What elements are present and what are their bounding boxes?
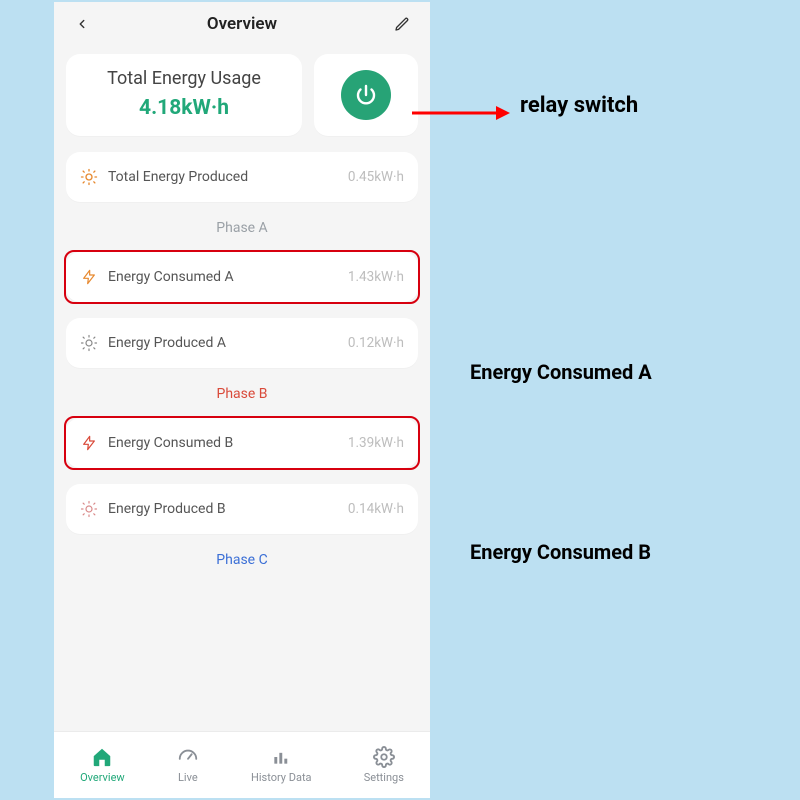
page-title: Overview [207,14,277,34]
phase-b-produced-value: 0.14kW·h [348,501,404,517]
sun-icon [80,334,98,352]
phase-a-header: Phase A [66,220,418,236]
phase-b-header: Phase B [66,386,418,402]
total-produced-label: Total Energy Produced [108,169,248,185]
total-energy-title: Total Energy Usage [76,68,292,90]
phase-a-produced-row[interactable]: Energy Produced A 0.12kW·h [66,318,418,368]
phase-b-consumed-label: Energy Consumed B [108,435,233,451]
phase-a-produced-label: Energy Produced A [108,335,226,351]
phase-b-consumed-value: 1.39kW·h [348,435,404,451]
top-bar: Overview [54,2,430,46]
phase-a-consumed-row[interactable]: Energy Consumed A 1.43kW·h [66,252,418,302]
tab-settings-label: Settings [364,771,404,784]
gauge-icon [177,746,199,768]
phase-b-produced-row[interactable]: Energy Produced B 0.14kW·h [66,484,418,534]
annotation-consumed-a: Energy Consumed A [470,360,652,384]
tab-live-label: Live [178,771,198,784]
relay-switch-button[interactable] [341,70,391,120]
app-screen: Overview Total Energy Usage 4.18kW·h Tot… [54,2,430,798]
arrow-icon [410,103,510,123]
annotation-relay: relay switch [520,93,638,118]
relay-card [314,54,418,136]
tab-overview-label: Overview [80,771,125,784]
sun-icon [80,500,98,518]
total-produced-row[interactable]: Total Energy Produced 0.45kW·h [66,152,418,202]
annotation-consumed-b: Energy Consumed B [470,540,651,564]
phase-b-consumed-row[interactable]: Energy Consumed B 1.39kW·h [66,418,418,468]
content-area: Total Energy Usage 4.18kW·h Total Energy… [54,46,430,732]
tab-history[interactable]: History Data [251,746,312,784]
gear-icon [373,746,395,768]
total-produced-value: 0.45kW·h [348,169,404,185]
home-icon [91,746,113,768]
chevron-left-icon [75,17,89,31]
phase-a-produced-value: 0.12kW·h [348,335,404,351]
phase-a-consumed-value: 1.43kW·h [348,269,404,285]
tab-overview[interactable]: Overview [80,746,125,784]
back-button[interactable] [68,10,96,38]
phase-a-consumed-label: Energy Consumed A [108,269,234,285]
total-energy-card[interactable]: Total Energy Usage 4.18kW·h [66,54,302,136]
pencil-icon [394,16,410,32]
bar-chart-icon [270,746,292,768]
tab-settings[interactable]: Settings [364,746,404,784]
bolt-icon [80,268,98,286]
tab-history-label: History Data [251,771,312,784]
tab-live[interactable]: Live [177,746,199,784]
bottom-nav: Overview Live History Data Settings [54,732,430,798]
total-energy-value: 4.18kW·h [76,96,292,120]
power-icon [354,83,378,107]
sun-icon [80,168,98,186]
bolt-icon [80,434,98,452]
phase-c-header: Phase C [66,552,418,568]
edit-button[interactable] [388,10,416,38]
phase-b-produced-label: Energy Produced B [108,501,226,517]
